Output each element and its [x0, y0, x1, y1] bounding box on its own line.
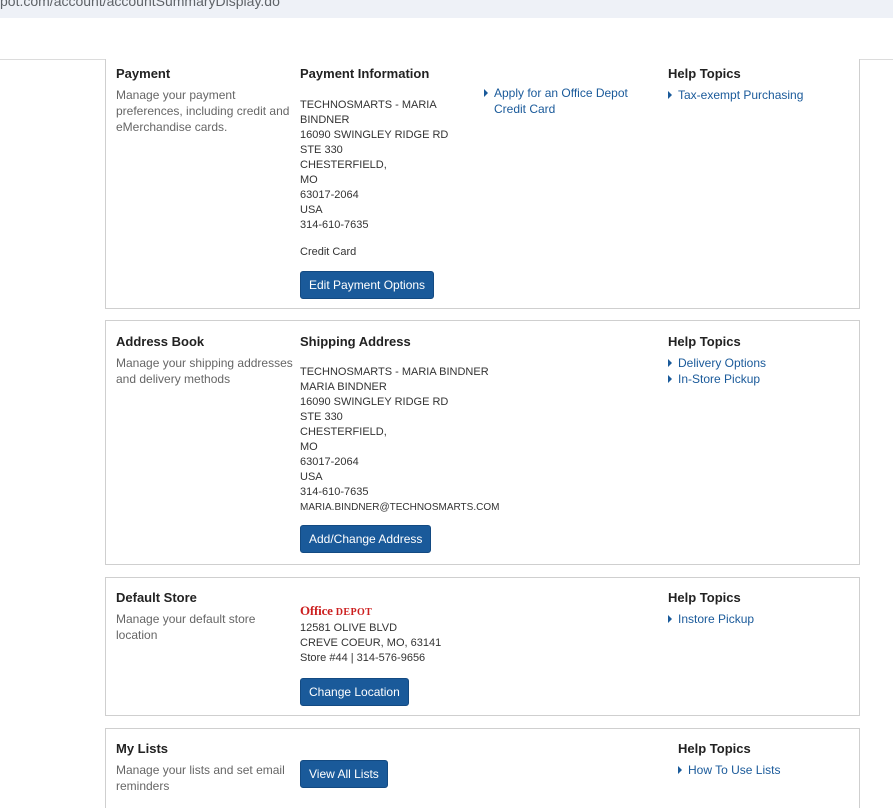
address-line: MO [300, 441, 318, 453]
address-line: TECHNOSMARTS - MARIA [300, 99, 437, 111]
apply-credit-card-link[interactable]: Apply for an Office Depot Credit Card [484, 85, 654, 117]
arrow-right-icon [678, 766, 682, 774]
help-topics-title: Help Topics [668, 334, 741, 349]
apply-credit-card: Apply for an Office Depot Credit Card [484, 85, 654, 117]
address-line: STE 330 [300, 411, 343, 423]
address-line: 63017-2064 [300, 456, 359, 468]
my-lists-help: Help Topics How To Use Lists [678, 741, 853, 778]
address-line: MARIA BINDNER [300, 381, 387, 393]
default-store-info: Office DEPOT 12581 OLIVE BLVD CREVE COEU… [300, 603, 500, 706]
arrow-right-icon [668, 91, 672, 99]
address-line: 12581 OLIVE BLVD [300, 622, 398, 634]
view-all-lists-button[interactable]: View All Lists [300, 760, 388, 788]
address-line: CHESTERFIELD, [300, 159, 387, 171]
address-line: USA [300, 204, 323, 216]
address-line: CHESTERFIELD, [300, 426, 387, 438]
address-book-intro: Address Book Manage your shipping addres… [116, 334, 294, 387]
shipping-email: MARIA.BINDNER@TECHNOSMARTS.COM [300, 502, 500, 513]
default-store-description: Manage your default store location [116, 612, 256, 642]
help-link-label: Instore Pickup [678, 612, 755, 626]
help-link-label: In-Store Pickup [678, 372, 761, 386]
payment-intro: Payment Manage your payment preferences,… [116, 66, 294, 135]
default-store-title: Default Store [116, 590, 197, 605]
payment-information: Payment Information TECHNOSMARTS - MARIA… [300, 66, 500, 299]
help-topics-title: Help Topics [668, 590, 741, 605]
address-line: BINDNER [300, 114, 350, 126]
shipping-address-lines: TECHNOSMARTS - MARIA BINDNER MARIA BINDN… [300, 365, 500, 515]
default-store-panel: Default Store Manage your default store … [105, 577, 860, 716]
browser-toolbar-strip [0, 18, 893, 60]
default-store-intro: Default Store Manage your default store … [116, 590, 294, 643]
address-line: MO [300, 174, 318, 186]
change-location-button[interactable]: Change Location [300, 678, 409, 706]
how-to-use-lists-link[interactable]: How To Use Lists [678, 762, 853, 778]
address-line: 16090 SWINGLEY RIDGE RD [300, 396, 449, 408]
my-lists-panel: My Lists Manage your lists and set email… [105, 728, 860, 808]
address-line: 314-610-7635 [300, 486, 369, 498]
address-line: CREVE COEUR, MO, 63141 [300, 637, 442, 649]
arrow-right-icon [668, 615, 672, 623]
shipping-address-title: Shipping Address [300, 334, 411, 349]
payment-method: Credit Card [300, 246, 357, 258]
address-line: TECHNOSMARTS - MARIA BINDNER [300, 366, 489, 378]
address-line: 314-610-7635 [300, 219, 369, 231]
my-lists-title: My Lists [116, 741, 169, 756]
shipping-address: Shipping Address TECHNOSMARTS - MARIA BI… [300, 334, 500, 553]
browser-url-bar[interactable]: pot.com/account/accountSummaryDisplay.do [0, 0, 893, 18]
instore-pickup-link[interactable]: Instore Pickup [668, 611, 853, 627]
my-lists-actions: View All Lists [300, 760, 500, 788]
payment-title: Payment [116, 66, 171, 81]
help-link-label: Delivery Options [678, 356, 767, 370]
help-link-label: How To Use Lists [688, 763, 781, 777]
arrow-right-icon [668, 375, 672, 383]
help-topics-title: Help Topics [668, 66, 741, 81]
arrow-right-icon [668, 359, 672, 367]
address-book-help: Help Topics Delivery Options In-Store Pi… [668, 334, 853, 387]
address-book-panel: Address Book Manage your shipping addres… [105, 320, 860, 565]
payment-panel: Payment Manage your payment preferences,… [105, 59, 860, 309]
store-address: 12581 OLIVE BLVD CREVE COEUR, MO, 63141 … [300, 621, 500, 666]
edit-payment-options-button[interactable]: Edit Payment Options [300, 271, 435, 299]
tax-exempt-purchasing-link[interactable]: Tax-exempt Purchasing [668, 87, 853, 103]
address-line: STE 330 [300, 144, 343, 156]
address-line: 16090 SWINGLEY RIDGE RD [300, 129, 449, 141]
apply-credit-card-label: Apply for an Office Depot Credit Card [494, 86, 628, 116]
address-line: Store #44 | 314-576-9656 [300, 652, 426, 664]
address-line: USA [300, 471, 323, 483]
office-depot-logo: Office DEPOT [300, 603, 373, 618]
add-change-address-button[interactable]: Add/Change Address [300, 525, 432, 553]
url-text: pot.com/account/accountSummaryDisplay.do [0, 0, 280, 9]
payment-help: Help Topics Tax-exempt Purchasing [668, 66, 853, 103]
help-link-label: Tax-exempt Purchasing [678, 88, 804, 102]
arrow-right-icon [484, 89, 488, 97]
my-lists-intro: My Lists Manage your lists and set email… [116, 741, 294, 794]
address-book-description: Manage your shipping addresses and deliv… [116, 356, 293, 386]
help-topics-title: Help Topics [678, 741, 751, 756]
payment-description: Manage your payment preferences, includi… [116, 88, 290, 134]
payment-info-title: Payment Information [300, 66, 430, 81]
address-line: 63017-2064 [300, 189, 359, 201]
address-book-title: Address Book [116, 334, 205, 349]
in-store-pickup-link[interactable]: In-Store Pickup [668, 371, 853, 387]
my-lists-description: Manage your lists and set email reminder… [116, 763, 285, 793]
delivery-options-link[interactable]: Delivery Options [668, 355, 853, 371]
payment-address: TECHNOSMARTS - MARIA BINDNER 16090 SWING… [300, 98, 500, 233]
default-store-help: Help Topics Instore Pickup [668, 590, 853, 627]
